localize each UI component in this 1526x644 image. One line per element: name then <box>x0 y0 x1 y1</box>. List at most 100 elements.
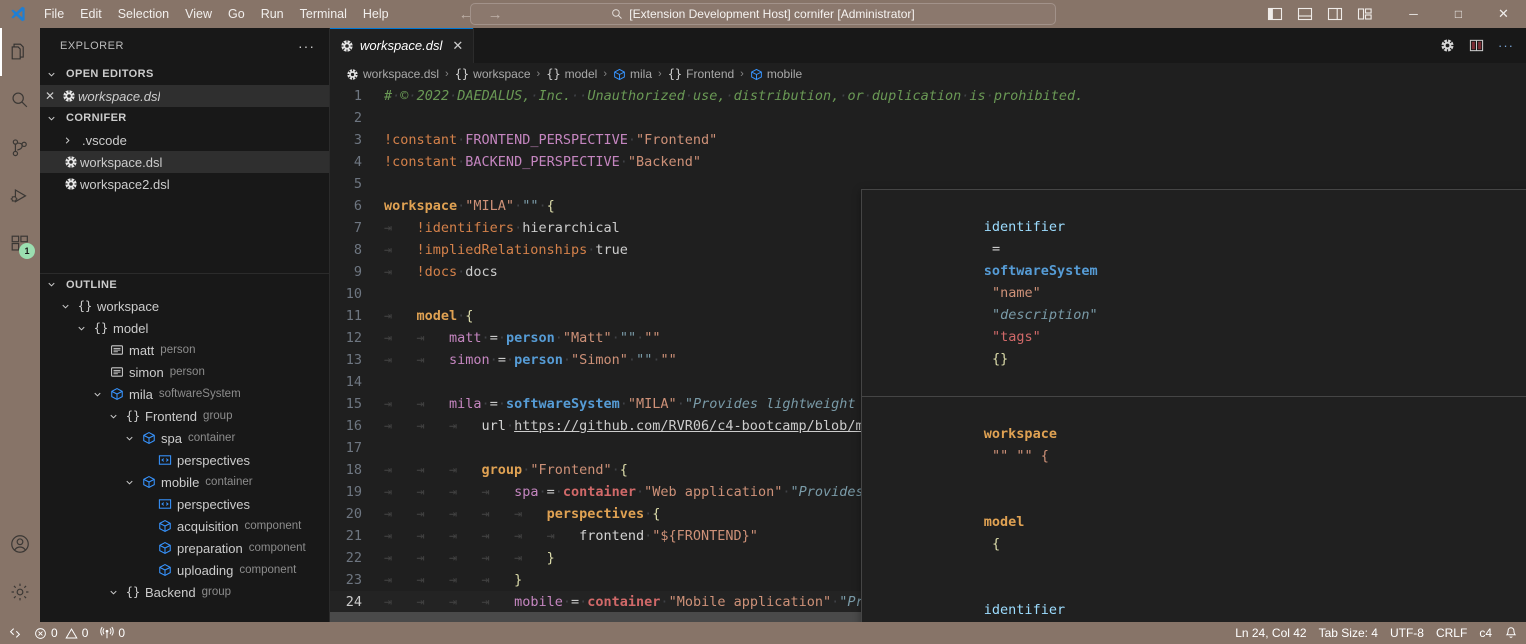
section-label-folder: CORNIFER <box>66 112 127 124</box>
breadcrumb-item-mila[interactable]: mila <box>611 67 654 81</box>
more-actions-icon[interactable]: ··· <box>1498 38 1514 53</box>
outline-item-mila[interactable]: milasoftwareSystem <box>40 383 329 405</box>
activity-item-explorer[interactable] <box>0 28 40 76</box>
toggle-primary-sidebar-icon[interactable] <box>1267 6 1283 22</box>
code-line[interactable]: 2 <box>330 107 1526 129</box>
sidebar-title: EXPLORER <box>60 40 124 52</box>
menu-view[interactable]: View <box>177 4 220 24</box>
minimize-button[interactable]: ─ <box>1391 0 1436 28</box>
menu-terminal[interactable]: Terminal <box>292 4 355 24</box>
toggle-panel-icon[interactable] <box>1297 6 1313 22</box>
status-editor-encoding[interactable]: UTF-8 <box>1384 622 1430 644</box>
activity-item-run-debug[interactable] <box>0 172 40 220</box>
outline-item-label: perspectives <box>177 497 250 512</box>
activity-item-accounts[interactable] <box>0 520 40 568</box>
outline-item-workspace[interactable]: {}workspace <box>40 295 329 317</box>
line-number: 3 <box>330 129 384 151</box>
namespace-icon: {} <box>124 409 142 423</box>
activity-item-manage[interactable] <box>0 568 40 616</box>
status-remote-indicator[interactable] <box>2 622 28 644</box>
status-bar-right: Ln 24, Col 42 Tab Size: 4 UTF-8 CRLF c4 <box>1229 622 1524 644</box>
outline-item-acquisition[interactable]: acquisitioncomponent <box>40 515 329 537</box>
outline-item-label: acquisition <box>177 519 238 534</box>
structurizr-preview-icon[interactable] <box>1440 38 1455 53</box>
activity-item-source-control[interactable] <box>0 124 40 172</box>
outline-item-matt[interactable]: mattperson <box>40 339 329 361</box>
section-open-editors[interactable]: OPEN EDITORS <box>40 63 329 85</box>
menu-file[interactable]: File <box>36 4 72 24</box>
tab-workspace-dsl[interactable]: workspace.dsl ✕ <box>330 28 474 63</box>
breadcrumb-label: mobile <box>767 67 802 81</box>
sidebar-more-actions-icon[interactable]: ··· <box>292 38 321 54</box>
close-button[interactable]: ✕ <box>1481 0 1526 28</box>
structurizr-dsl-icon <box>60 89 78 103</box>
chevron-down-icon[interactable] <box>108 587 124 598</box>
menu-help[interactable]: Help <box>355 4 397 24</box>
outline-item-uploading[interactable]: uploadingcomponent <box>40 559 329 581</box>
menu-run[interactable]: Run <box>253 4 292 24</box>
section-folder-cornifer[interactable]: CORNIFER <box>40 107 329 129</box>
breadcrumb-label: workspace <box>473 67 530 81</box>
section-outline[interactable]: OUTLINE <box>40 273 329 295</box>
breadcrumb-item-model[interactable]: {} model <box>544 67 599 81</box>
chevron-down-icon <box>46 279 62 290</box>
close-icon[interactable]: ✕ <box>40 89 60 103</box>
status-encoding-label: UTF-8 <box>1390 626 1424 640</box>
breadcrumb-item-mobile[interactable]: mobile <box>748 67 804 81</box>
chevron-down-icon[interactable] <box>60 301 76 312</box>
breadcrumb-separator: › <box>602 68 608 80</box>
activity-item-search[interactable] <box>0 76 40 124</box>
chevron-down-icon[interactable] <box>108 411 124 422</box>
menu-selection[interactable]: Selection <box>110 4 177 24</box>
menu-go[interactable]: Go <box>220 4 253 24</box>
breadcrumb-label: model <box>565 67 598 81</box>
chevron-down-icon[interactable] <box>124 433 140 444</box>
outline-item-frontend[interactable]: {}Frontendgroup <box>40 405 329 427</box>
toggle-secondary-sidebar-icon[interactable] <box>1327 6 1343 22</box>
line-number: 10 <box>330 283 384 305</box>
activity-item-extensions[interactable]: 1 <box>0 220 40 268</box>
chevron-down-icon[interactable] <box>76 323 92 334</box>
status-editor-indentation[interactable]: Tab Size: 4 <box>1313 622 1384 644</box>
command-center[interactable]: [Extension Development Host] cornifer [A… <box>470 3 1056 25</box>
chevron-right-icon <box>62 135 78 146</box>
maximize-button[interactable]: □ <box>1436 0 1481 28</box>
customize-layout-icon[interactable] <box>1357 6 1373 22</box>
remote-icon <box>8 626 22 640</box>
status-problems[interactable]: 0 0 <box>28 622 94 644</box>
outline-item-perspectives[interactable]: perspectives <box>40 449 329 471</box>
outline-item-label: simon <box>129 365 164 380</box>
menu-edit[interactable]: Edit <box>72 4 110 24</box>
breadcrumb-item-frontend[interactable]: {} Frontend <box>666 67 736 81</box>
breadcrumb-item-file[interactable]: workspace.dsl <box>344 67 441 81</box>
outline-item-perspectives[interactable]: perspectives <box>40 493 329 515</box>
code-line[interactable]: 4!constant·BACKEND_PERSPECTIVE·"Backend" <box>330 151 1526 173</box>
outline-item-preparation[interactable]: preparationcomponent <box>40 537 329 559</box>
code-editor[interactable]: 1#·©·2022·DAEDALUS,·Inc.··Unauthorized·u… <box>330 85 1526 622</box>
outline-item-backend[interactable]: {}Backendgroup <box>40 581 329 603</box>
code-line[interactable]: 1#·©·2022·DAEDALUS,·Inc.··Unauthorized·u… <box>330 85 1526 107</box>
file-tree-item-vscode[interactable]: .vscode <box>40 129 329 151</box>
status-editor-eol[interactable]: CRLF <box>1430 622 1473 644</box>
status-notifications[interactable] <box>1498 622 1524 644</box>
hover-snippet-model-args: { <box>992 536 1000 552</box>
close-icon[interactable]: ✕ <box>452 38 463 54</box>
status-editor-language[interactable]: c4 <box>1473 622 1498 644</box>
file-tree-item-workspace2-dsl[interactable]: workspace2.dsl <box>40 173 329 195</box>
outline-item-spa[interactable]: spacontainer <box>40 427 329 449</box>
file-tree-item-workspace-dsl[interactable]: workspace.dsl <box>40 151 329 173</box>
status-editor-position[interactable]: Ln 24, Col 42 <box>1229 622 1312 644</box>
cube-icon <box>156 519 174 533</box>
open-editor-item[interactable]: ✕ workspace.dsl <box>40 85 329 107</box>
outline-item-model[interactable]: {}model <box>40 317 329 339</box>
cube-icon <box>750 68 763 81</box>
chevron-down-icon[interactable] <box>92 389 108 400</box>
split-editor-icon[interactable] <box>1469 38 1484 53</box>
chevron-down-icon[interactable] <box>124 477 140 488</box>
code-line[interactable]: 3!constant·FRONTEND_PERSPECTIVE·"Fronten… <box>330 129 1526 151</box>
outline-item-simon[interactable]: simonperson <box>40 361 329 383</box>
status-ports[interactable]: 0 <box>94 622 131 644</box>
breadcrumb-item-workspace[interactable]: {} workspace <box>453 67 533 81</box>
outline-item-mobile[interactable]: mobilecontainer <box>40 471 329 493</box>
line-number: 22 <box>330 547 384 569</box>
